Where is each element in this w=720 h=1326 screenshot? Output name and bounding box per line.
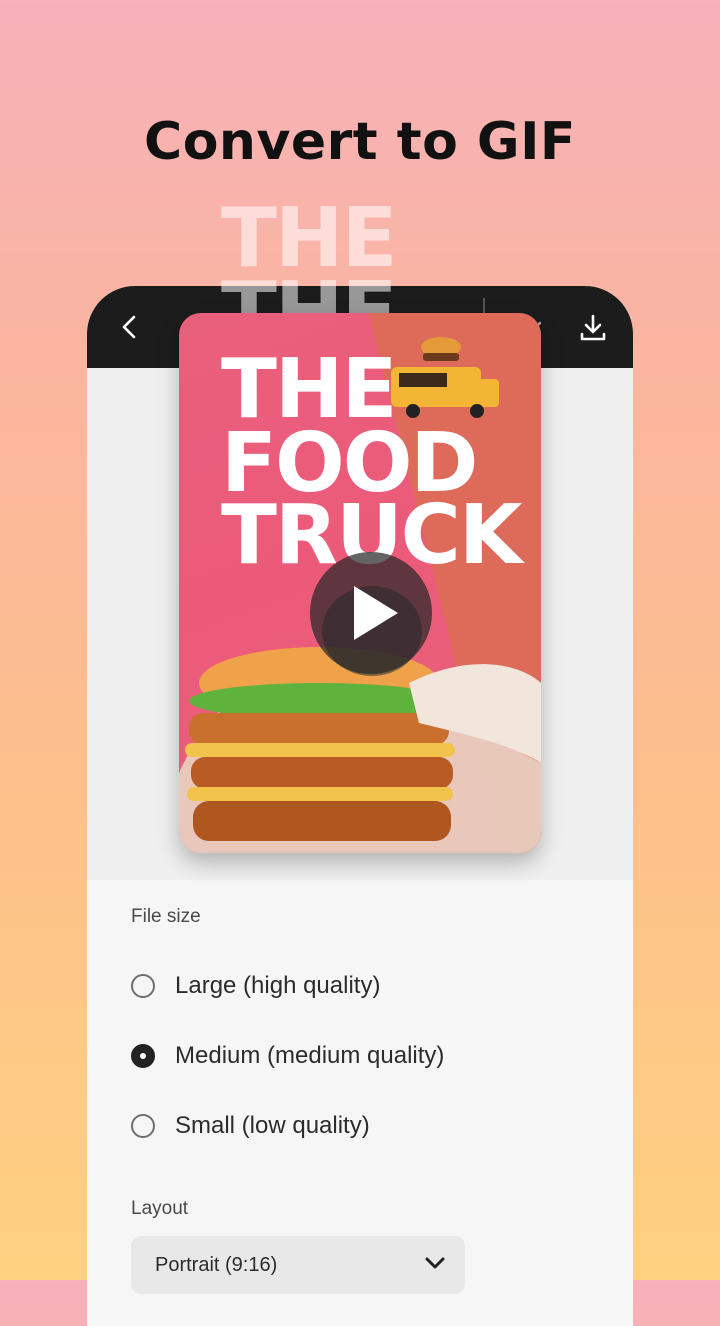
radio-button-medium[interactable] [131,1044,155,1068]
file-size-label: File size [131,906,201,927]
chevron-down-icon [425,1257,445,1269]
radio-label-medium: Medium (medium quality) [175,1042,445,1069]
radio-large-quality[interactable]: Large (high quality) [131,966,380,1006]
food-truck-icon [391,337,499,418]
layout-dropdown[interactable]: Portrait (9:16) [131,1236,465,1294]
radio-medium-quality[interactable]: Medium (medium quality) [131,1036,444,1076]
layout-dropdown-value: Portrait (9:16) [155,1253,278,1276]
download-icon[interactable] [577,312,609,344]
radio-small-quality[interactable]: Small (low quality) [131,1106,370,1146]
play-button[interactable] [310,552,432,674]
back-arrow-icon[interactable] [117,314,143,340]
radio-button-small[interactable] [131,1114,155,1138]
radio-button-large[interactable] [131,974,155,998]
layout-label: Layout [131,1198,189,1219]
radio-label-small: Small (low quality) [175,1112,370,1139]
radio-label-large: Large (high quality) [175,972,381,999]
headline: Convert to GIF [144,112,576,172]
play-icon [354,586,398,640]
